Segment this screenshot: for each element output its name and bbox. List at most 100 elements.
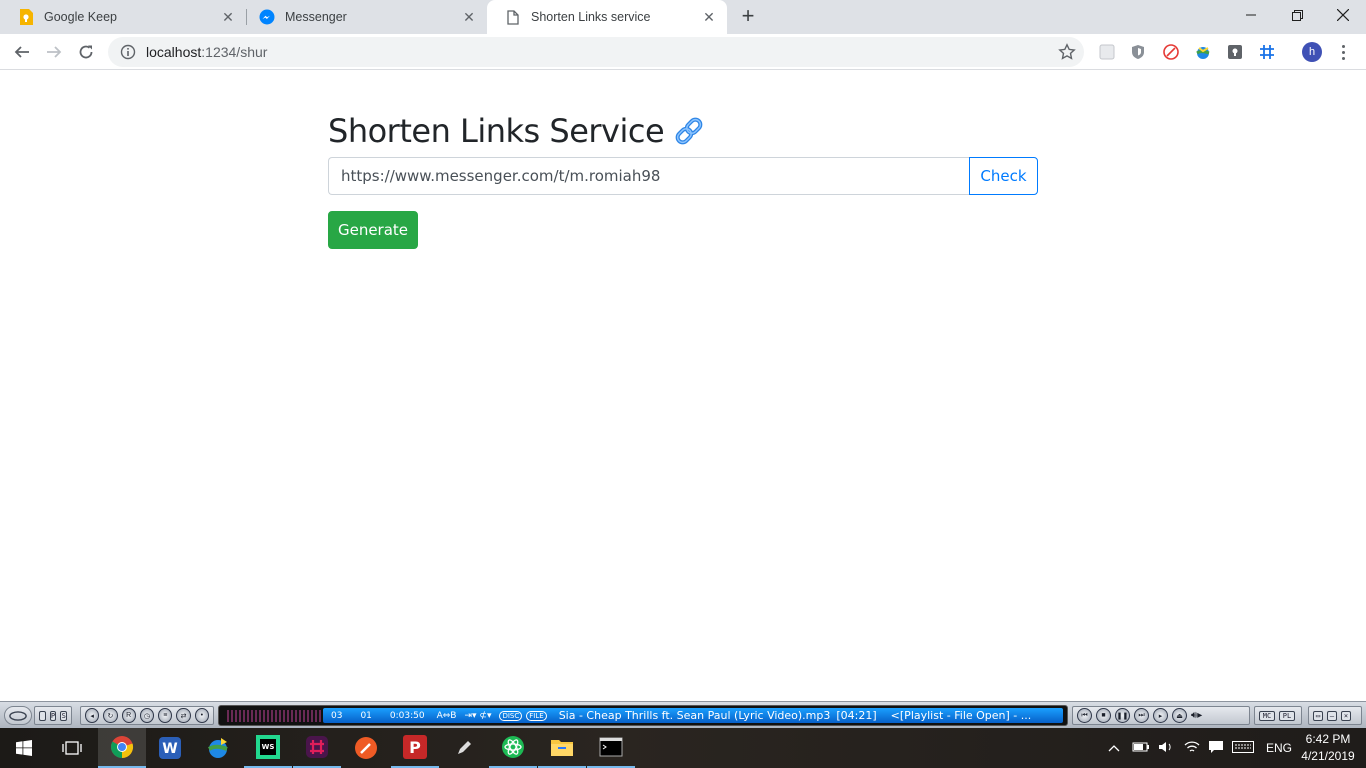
tab-title: Messenger [285, 10, 347, 24]
player-arrows-icon: ⇥▾ ⊄▾ [464, 710, 492, 721]
back-button[interactable] [8, 38, 36, 66]
player-panel-buttons: MC PL [1254, 706, 1302, 725]
globe-extension-icon[interactable] [1194, 43, 1212, 61]
battery-icon[interactable] [1132, 741, 1150, 756]
browser-menu-icon[interactable] [1336, 42, 1350, 62]
close-window-button[interactable] [1320, 0, 1366, 30]
tab-messenger[interactable]: Messenger ✕ [241, 0, 487, 34]
forward-button[interactable] [40, 38, 68, 66]
player-p-button[interactable]: P [49, 710, 57, 721]
tab-title: Google Keep [44, 10, 117, 24]
link-icon [675, 117, 703, 145]
atom-icon[interactable] [489, 728, 537, 768]
restore-button[interactable] [1274, 0, 1320, 30]
file-explorer-icon[interactable] [538, 728, 586, 768]
pause-icon[interactable]: ❚❚ [1115, 708, 1130, 723]
tab-strip: Google Keep ✕ Messenger ✕ Shorten Links … [0, 0, 1366, 34]
messenger-icon [259, 9, 275, 25]
playback-icon[interactable]: ▸ [1153, 708, 1168, 723]
tray-overflow-icon[interactable] [1108, 741, 1120, 755]
volume-icon[interactable]: 🔊︎▸ [1191, 710, 1202, 721]
player-display: 03 01 0:03:50 A⇔B ⇥▾ ⊄▾ DISC FILE Sia - … [218, 705, 1068, 726]
next-track-icon[interactable]: ⏭ [1134, 708, 1149, 723]
bookmark-star-icon[interactable] [1058, 43, 1076, 61]
address-bar[interactable]: localhost:1234/shur [108, 37, 1084, 67]
track-length: [04:21] [836, 709, 877, 722]
taskbar: W WS P ENG 6:42 PM 4/21/2019 [0, 728, 1366, 768]
player-eq-icon[interactable]: ≡ [158, 708, 173, 723]
download-manager-icon[interactable] [194, 728, 242, 768]
previous-track-icon[interactable]: ⏮ [1077, 708, 1092, 723]
mc-button[interactable]: MC [1259, 710, 1275, 721]
player-minimize-icon[interactable]: – [1327, 710, 1337, 721]
check-button[interactable]: Check [969, 157, 1038, 195]
pl-button[interactable]: PL [1279, 710, 1295, 721]
close-tab-icon[interactable]: ✕ [701, 9, 717, 25]
player-record-icon[interactable]: R [121, 708, 136, 723]
url-input-group: Check [328, 157, 1038, 195]
browser-toolbar: localhost:1234/shur h [0, 34, 1366, 70]
wifi-icon[interactable] [1184, 740, 1200, 757]
profile-avatar[interactable]: h [1302, 42, 1322, 62]
language-indicator[interactable]: ENG [1266, 741, 1292, 755]
svg-text:WS: WS [262, 743, 275, 751]
player-open-icon[interactable]: ◂ [85, 708, 100, 723]
extension-puzzle-icon[interactable] [1098, 43, 1116, 61]
player-tool-buttons: ◂ ↻ R ◷ ≡ ⇄ • [80, 706, 214, 725]
site-info-icon[interactable] [120, 44, 136, 60]
keyboard-icon[interactable] [1232, 740, 1254, 756]
close-tab-icon[interactable]: ✕ [461, 9, 477, 25]
url-host: localhost [146, 44, 202, 60]
reload-button[interactable] [72, 38, 100, 66]
player-restore-icon[interactable]: ▭ [1313, 710, 1323, 721]
player-close-icon[interactable]: × [1341, 710, 1351, 721]
generate-button[interactable]: Generate [328, 211, 418, 249]
tab-google-keep[interactable]: Google Keep ✕ [0, 0, 246, 34]
keep-extension-icon[interactable] [1226, 43, 1244, 61]
task-view-button[interactable] [48, 728, 96, 768]
player-logo-icon[interactable] [4, 706, 32, 725]
track-title: Sia - Cheap Thrills ft. Sean Paul (Lyric… [558, 709, 831, 722]
player-shuffle-icon[interactable]: ⇄ [176, 708, 191, 723]
postman-icon[interactable] [342, 728, 390, 768]
file-label[interactable]: FILE [526, 710, 547, 721]
ab-repeat-label[interactable]: A⇔B [437, 711, 457, 721]
player-info-icon[interactable]: • [194, 708, 209, 723]
player-s-button[interactable]: S [60, 710, 68, 721]
webstorm-icon[interactable]: WS [244, 728, 292, 768]
tab-shorten-links[interactable]: Shorten Links service ✕ [487, 0, 727, 34]
minimize-button[interactable] [1228, 0, 1274, 30]
player-lcd: 03 01 0:03:50 A⇔B ⇥▾ ⊄▾ DISC FILE Sia - … [323, 708, 1063, 723]
player-repeat-icon[interactable]: ↻ [103, 708, 118, 723]
wps-writer-icon[interactable]: W [146, 728, 194, 768]
stop-icon[interactable]: ■ [1096, 708, 1111, 723]
volume-tray-icon[interactable] [1158, 740, 1174, 757]
svg-text:P: P [409, 738, 421, 757]
disc-label[interactable]: DISC [499, 710, 523, 721]
new-tab-button[interactable]: + [736, 5, 760, 29]
close-tab-icon[interactable]: ✕ [220, 9, 236, 25]
papers-icon[interactable]: P [391, 728, 439, 768]
notification-icon[interactable] [1208, 740, 1224, 757]
shield-extension-icon[interactable] [1129, 43, 1147, 61]
chrome-icon[interactable] [98, 728, 146, 768]
eject-icon[interactable]: ⏏ [1172, 708, 1187, 723]
page-content: Shorten Links Service Check Generate [0, 71, 1366, 701]
track-number: 03 [331, 710, 343, 721]
elapsed-time: 0:03:50 [389, 710, 425, 721]
tab-title: Shorten Links service [531, 10, 651, 24]
page-title: Shorten Links Service [328, 112, 665, 150]
flash-extension-icon[interactable] [1162, 43, 1180, 61]
slack-icon[interactable] [293, 728, 341, 768]
page-icon [505, 9, 521, 25]
channel-number: 01 [360, 710, 372, 721]
pen-icon[interactable] [440, 728, 488, 768]
clock[interactable]: 6:42 PM 4/21/2019 [1298, 731, 1358, 765]
url-path: :1234/shur [201, 44, 268, 60]
url-input[interactable] [328, 157, 969, 195]
start-button[interactable] [0, 728, 48, 768]
player-window-icon[interactable] [39, 710, 46, 721]
grid-extension-icon[interactable] [1258, 43, 1276, 61]
player-timer-icon[interactable]: ◷ [139, 708, 155, 723]
terminal-icon[interactable] [587, 728, 635, 768]
